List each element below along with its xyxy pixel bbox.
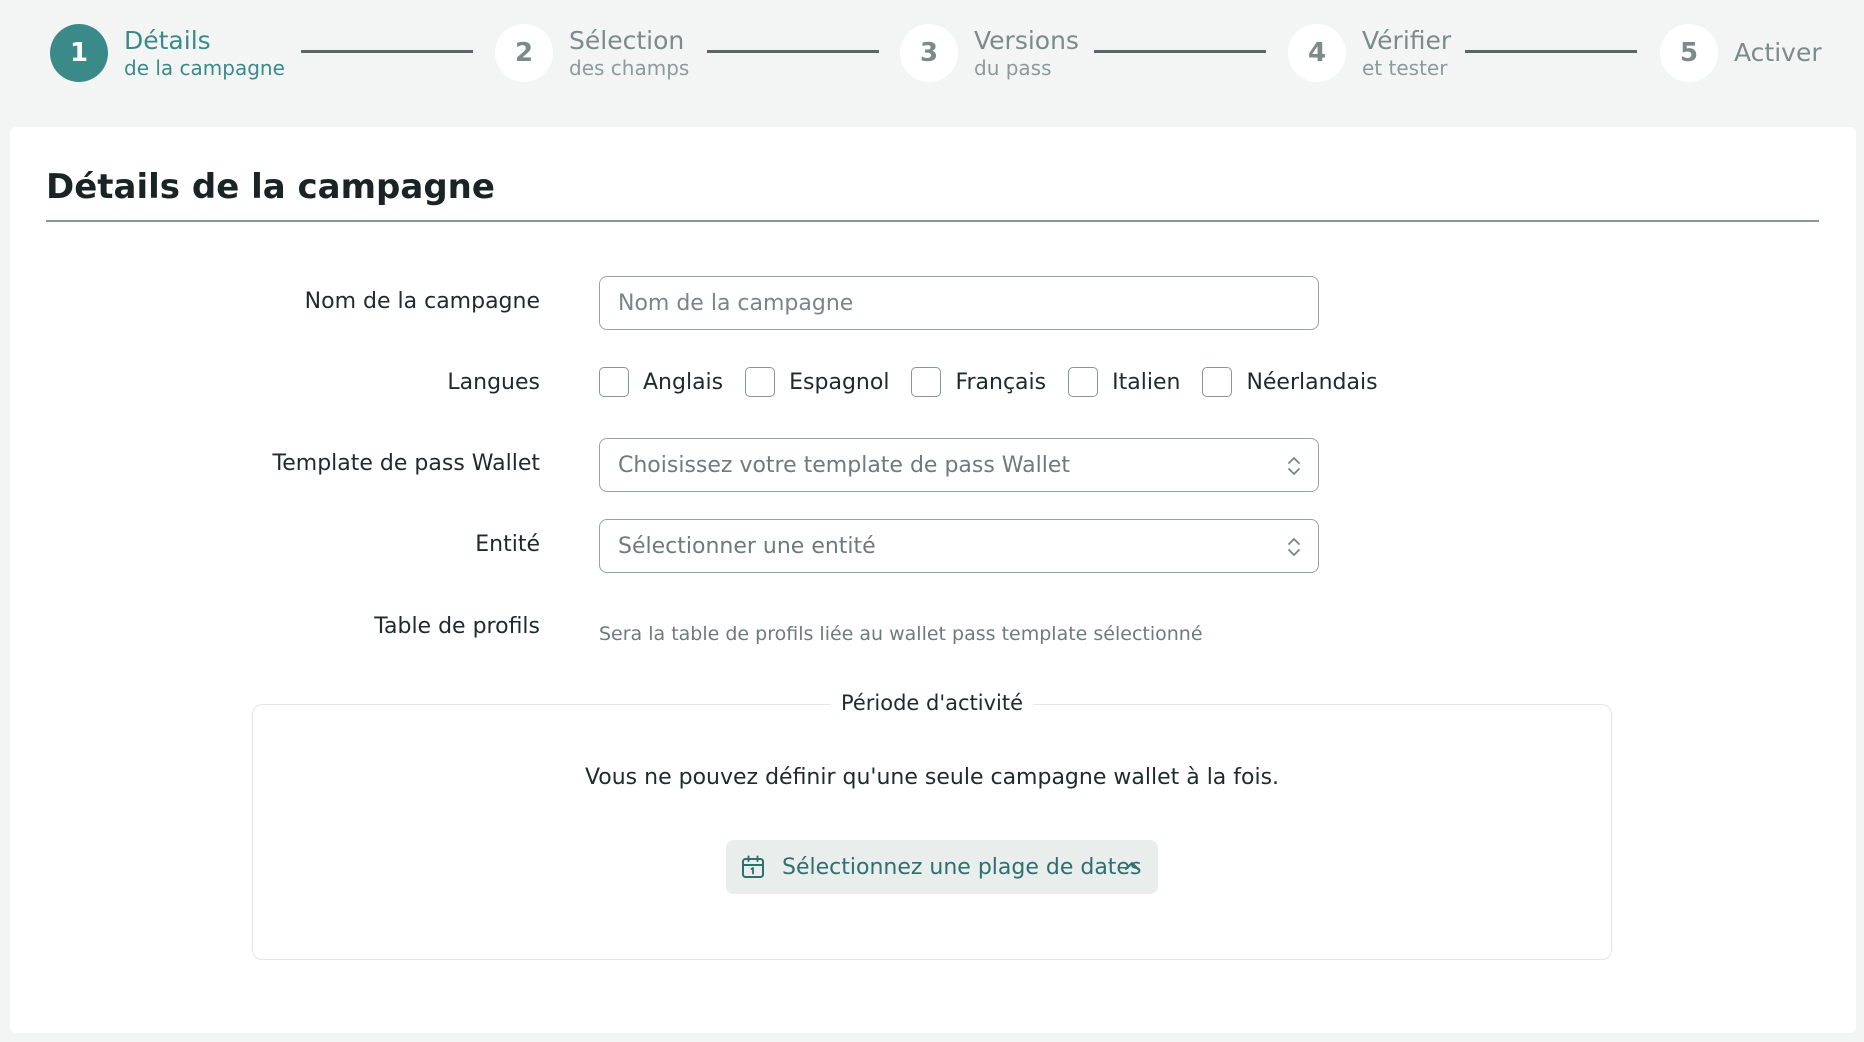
calendar-icon bbox=[742, 855, 764, 878]
checkbox[interactable] bbox=[745, 367, 776, 397]
languages-group: Anglais Espagnol Français Italien Néerla… bbox=[599, 367, 1400, 397]
campaign-name-input[interactable] bbox=[599, 276, 1319, 330]
profiles-table-helper: Sera la table de profils liée au wallet … bbox=[599, 623, 1203, 645]
step-number: 4 bbox=[1288, 24, 1346, 82]
step-pass-versions[interactable]: 3 Versions du pass bbox=[900, 24, 1079, 82]
entity-select[interactable]: Sélectionner une entité bbox=[599, 519, 1319, 573]
step-number: 2 bbox=[495, 24, 553, 82]
checkbox[interactable] bbox=[1202, 367, 1233, 397]
progress-stepper: 1 Détails de la campagne 2 Sélection des… bbox=[0, 0, 1864, 110]
language-option-neerlandais[interactable]: Néerlandais bbox=[1202, 367, 1378, 397]
activity-period-legend: Période d'activité bbox=[830, 691, 1034, 715]
date-range-button[interactable]: Sélectionnez une plage de dates bbox=[726, 840, 1158, 894]
page-title: Détails de la campagne bbox=[46, 167, 495, 207]
step-number: 5 bbox=[1660, 24, 1718, 82]
chevron-up-down-icon bbox=[1288, 457, 1300, 475]
language-option-francais[interactable]: Français bbox=[911, 367, 1046, 397]
languages-label: Langues bbox=[447, 370, 540, 395]
step-connector bbox=[1465, 50, 1637, 53]
chevron-up-icon bbox=[1125, 862, 1139, 870]
step-number: 1 bbox=[50, 24, 108, 82]
language-label: Français bbox=[955, 369, 1047, 395]
step-connector bbox=[707, 50, 879, 53]
step-subtitle: et tester bbox=[1362, 56, 1448, 80]
checkbox[interactable] bbox=[911, 367, 942, 397]
language-option-espagnol[interactable]: Espagnol bbox=[745, 367, 889, 397]
template-select-placeholder: Choisissez votre template de pass Wallet bbox=[618, 452, 1071, 478]
date-range-button-label: Sélectionnez une plage de dates bbox=[782, 854, 1142, 880]
step-connector bbox=[301, 50, 473, 53]
language-label: Espagnol bbox=[789, 369, 890, 395]
step-activate[interactable]: 5 Activer bbox=[1660, 24, 1822, 82]
template-select[interactable]: Choisissez votre template de pass Wallet bbox=[599, 438, 1319, 492]
entity-select-placeholder: Sélectionner une entité bbox=[618, 533, 876, 559]
step-field-selection[interactable]: 2 Sélection des champs bbox=[495, 24, 689, 82]
step-subtitle: de la campagne bbox=[124, 56, 285, 80]
language-label: Anglais bbox=[643, 369, 724, 395]
title-divider bbox=[46, 220, 1819, 222]
checkbox[interactable] bbox=[1068, 367, 1099, 397]
step-number: 3 bbox=[900, 24, 958, 82]
step-connector bbox=[1094, 50, 1266, 53]
step-subtitle: du pass bbox=[974, 56, 1052, 80]
step-title: Vérifier bbox=[1362, 26, 1452, 55]
checkbox[interactable] bbox=[599, 367, 629, 397]
step-title: Versions bbox=[974, 26, 1079, 55]
campaign-details-card: Détails de la campagne Nom de la campagn… bbox=[10, 127, 1856, 1033]
language-option-italien[interactable]: Italien bbox=[1068, 367, 1180, 397]
language-label: Néerlandais bbox=[1246, 369, 1378, 395]
step-details[interactable]: 1 Détails de la campagne bbox=[50, 24, 285, 82]
step-subtitle: des champs bbox=[569, 56, 690, 80]
step-title: Sélection bbox=[569, 26, 685, 55]
step-title: Détails bbox=[124, 26, 211, 55]
profiles-table-label: Table de profils bbox=[374, 614, 540, 639]
entity-label: Entité bbox=[475, 532, 540, 557]
template-label: Template de pass Wallet bbox=[272, 451, 540, 476]
activity-period-fieldset: Période d'activité Vous ne pouvez défini… bbox=[252, 691, 1612, 960]
step-title: Activer bbox=[1734, 38, 1822, 67]
language-option-anglais[interactable]: Anglais bbox=[599, 367, 723, 397]
campaign-name-label: Nom de la campagne bbox=[304, 289, 540, 314]
language-label: Italien bbox=[1112, 369, 1181, 395]
step-verify-test[interactable]: 4 Vérifier et tester bbox=[1288, 24, 1451, 82]
chevron-up-down-icon bbox=[1288, 538, 1300, 556]
single-campaign-note: Vous ne pouvez définir qu'une seule camp… bbox=[584, 765, 1280, 790]
